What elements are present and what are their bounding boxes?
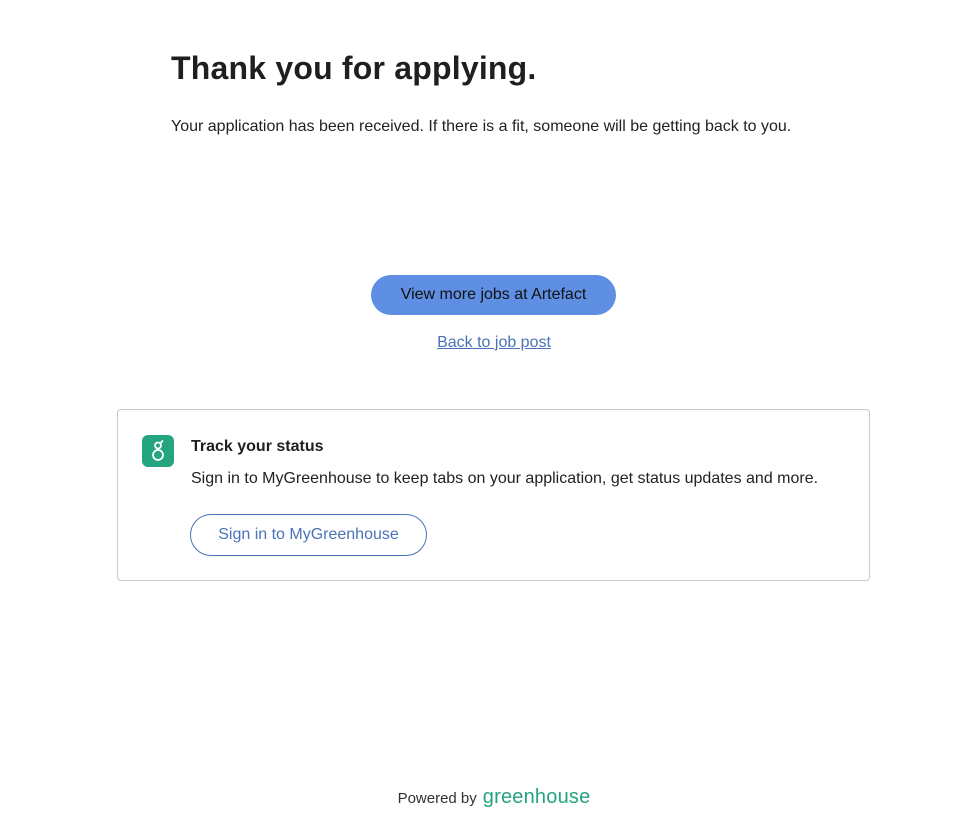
greenhouse-g-glyph-icon <box>152 440 164 461</box>
greenhouse-wordmark-logo[interactable]: greenhouse <box>483 786 591 809</box>
track-status-card: Track your status Sign in to MyGreenhous… <box>117 409 870 581</box>
page-title: Thank you for applying. <box>171 50 537 86</box>
view-more-jobs-label: View more jobs at Artefact <box>400 286 587 303</box>
greenhouse-logo-icon <box>142 435 174 467</box>
back-to-job-post-link[interactable]: Back to job post <box>0 334 972 352</box>
powered-by-text: Powered by <box>397 790 477 807</box>
footer: Powered by greenhouse <box>0 786 972 809</box>
sign-in-mygreenhouse-label: Sign in to MyGreenhouse <box>218 526 399 543</box>
confirmation-page: Thank you for applying. Your application… <box>0 0 972 833</box>
confirmation-message: Your application has been received. If t… <box>171 118 792 135</box>
view-more-jobs-button[interactable]: View more jobs at Artefact <box>371 275 616 315</box>
track-status-description: Sign in to MyGreenhouse to keep tabs on … <box>191 470 819 487</box>
sign-in-mygreenhouse-button[interactable]: Sign in to MyGreenhouse <box>190 514 427 556</box>
track-status-title: Track your status <box>191 438 324 455</box>
